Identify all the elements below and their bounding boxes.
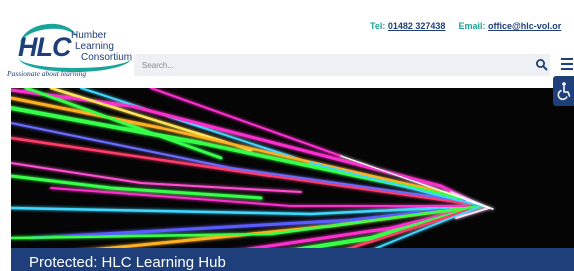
email-link[interactable]: office@hlc-vol.or [488, 21, 561, 31]
wheelchair-icon [557, 82, 570, 101]
site-header: HLC Humber Learning Consortium Passionat… [0, 0, 574, 88]
site-logo[interactable]: HLC Humber Learning Consortium Passionat… [5, 21, 135, 80]
search-icon[interactable] [535, 58, 549, 72]
neon-light-streaks-graphic [11, 88, 494, 271]
hero-banner-image [11, 88, 574, 271]
logo-tagline: Passionate about learning [7, 69, 87, 78]
contact-info: Tel: 01482 327438 Email: office@hlc-vol.… [370, 21, 561, 31]
hamburger-menu-icon[interactable] [561, 58, 574, 72]
tel-label: Tel: [370, 21, 386, 31]
email-label: Email: [458, 21, 486, 31]
search-input[interactable] [134, 54, 550, 76]
accessibility-button[interactable] [553, 76, 574, 106]
logo-text-line-1: Humber [71, 30, 107, 41]
tel-link[interactable]: 01482 327438 [388, 21, 446, 31]
logo-text-line-2: Learning [75, 41, 114, 52]
page-title-bar: Protected: HLC Learning Hub [11, 248, 574, 271]
page-title: Protected: HLC Learning Hub [29, 254, 226, 271]
